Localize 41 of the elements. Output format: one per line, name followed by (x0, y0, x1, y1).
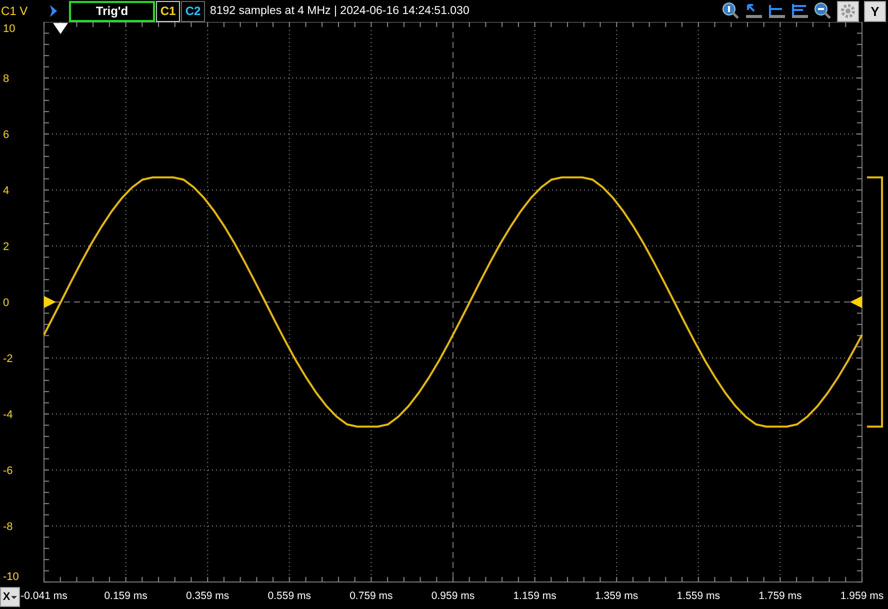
y-axis-button[interactable]: Y (864, 0, 886, 22)
level-marker-icon[interactable] (850, 296, 862, 308)
axis-unit-label: C1 V (0, 4, 29, 18)
caret-icon[interactable] (11, 594, 18, 600)
ruler-icon[interactable] (768, 3, 786, 19)
x-tick-label: 1.959 ms (840, 590, 884, 602)
trigger-marker-icon[interactable] (53, 23, 68, 34)
x-tick-label: 0.359 ms (186, 590, 230, 602)
acquisition-info: 8192 samples at 4 MHz | 2024-06-16 14:24:51.030 (210, 5, 470, 17)
level-marker-icon[interactable] (44, 296, 56, 308)
y-tick-label: -4 (3, 409, 13, 421)
channel-button[interactable]: C2 (181, 0, 205, 22)
x-tick-label: 0.559 ms (268, 590, 311, 602)
y-tick-label: 4 (3, 185, 10, 197)
cursor-ruler-icon[interactable] (745, 3, 763, 19)
y-tick-label: 6 (3, 129, 10, 141)
x-tick-label: 0.159 ms (104, 590, 148, 602)
zoom-in-icon[interactable] (722, 2, 740, 20)
x-tick-label: 1.159 ms (513, 590, 556, 602)
y-tick-label: -6 (3, 465, 13, 477)
trigger-status[interactable]: Trig'd (69, 0, 155, 22)
y-tick-label: 0 (3, 297, 10, 309)
y-tick-label: 10 (3, 23, 16, 35)
x-tick-label: 0.759 ms (350, 590, 393, 602)
settings-button[interactable] (837, 0, 859, 22)
ruler-icon[interactable] (791, 3, 809, 19)
channel-button[interactable]: C1 (156, 0, 180, 22)
y-tick-label: -8 (3, 521, 13, 533)
range-bracket-icon (867, 176, 883, 428)
y-tick-label: 8 (3, 73, 10, 85)
x-tick-label: 1.759 ms (758, 590, 802, 602)
zoom-out-icon[interactable] (814, 2, 832, 20)
y-tick-label: -2 (3, 353, 13, 365)
x-axis-button[interactable]: X (0, 587, 20, 607)
x-tick-label: 0.959 ms (431, 590, 475, 602)
y-tick-label: 2 (3, 241, 10, 253)
y-tick-label: -10 (3, 571, 19, 583)
chevron-icon[interactable] (49, 4, 59, 18)
x-tick-label: -0.041 ms (20, 590, 68, 602)
x-tick-label: 1.559 ms (676, 590, 720, 602)
x-tick-label: 1.359 ms (595, 590, 638, 602)
